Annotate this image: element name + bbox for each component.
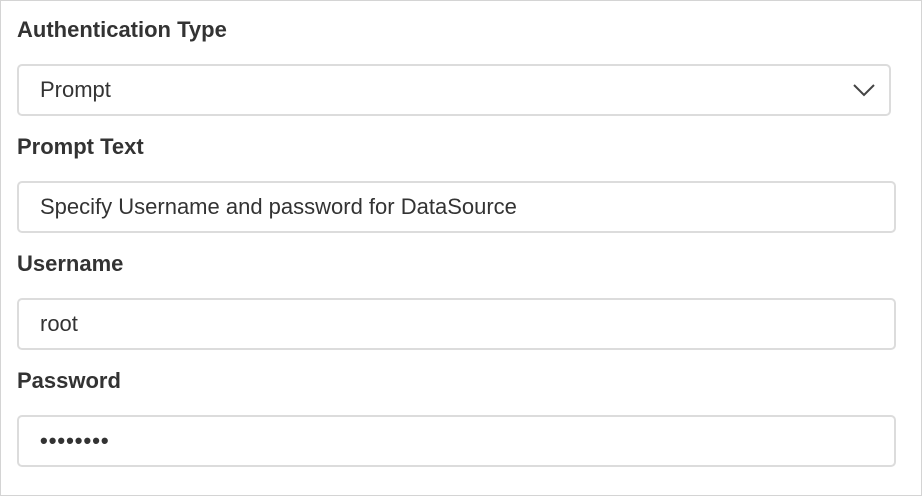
- prompt-text-value: Specify Username and password for DataSo…: [40, 194, 517, 219]
- username-label: Username: [17, 251, 124, 276]
- auth-type-dropdown[interactable]: Prompt: [17, 64, 891, 116]
- username-input[interactable]: root: [17, 298, 896, 350]
- auth-type-selected-value: Prompt: [40, 77, 111, 102]
- auth-type-label: Authentication Type: [17, 17, 227, 42]
- username-value: root: [40, 311, 78, 336]
- password-masked-value: ••••••••: [40, 428, 110, 453]
- password-label: Password: [17, 368, 121, 393]
- authentication-panel: Authentication Type Prompt Prompt Text S…: [0, 0, 922, 496]
- password-input[interactable]: ••••••••: [17, 415, 896, 467]
- prompt-text-input[interactable]: Specify Username and password for DataSo…: [17, 181, 896, 233]
- chevron-down-icon[interactable]: [853, 83, 875, 97]
- prompt-text-label: Prompt Text: [17, 134, 144, 159]
